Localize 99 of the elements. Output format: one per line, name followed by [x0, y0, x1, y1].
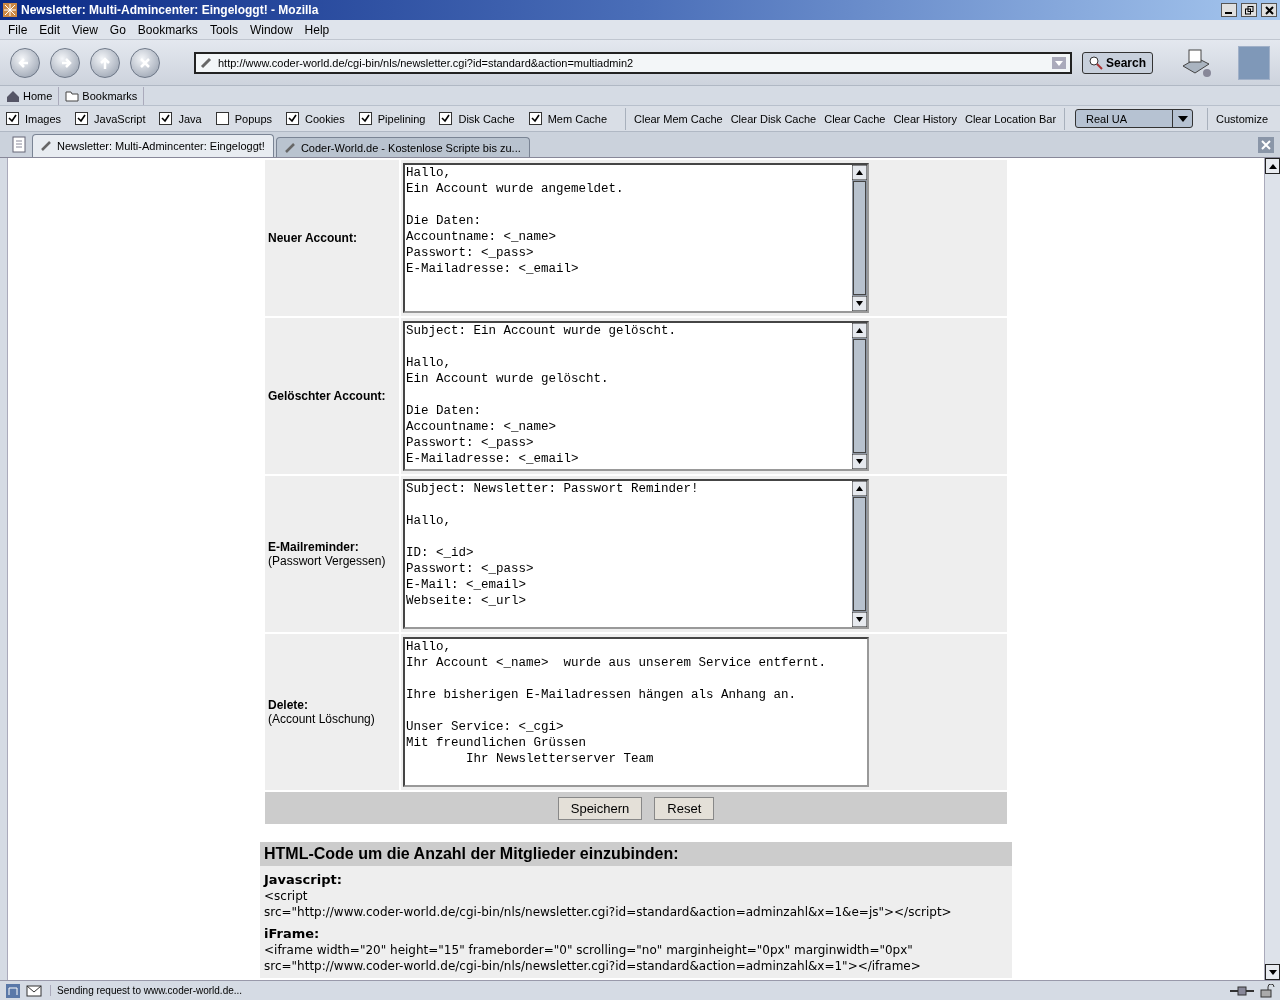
minimize-button[interactable]	[1221, 3, 1237, 17]
menu-item[interactable]: Tools	[203, 22, 244, 37]
toolbar-button[interactable]: Clear Cache	[820, 112, 890, 125]
code-line: src="http://www.coder-world.de/cgi-bin/nls/newsletter.cgi?id=standard&action=adminzahl&x=1&e=js"></script>	[264, 904, 953, 920]
form-button[interactable]: Speichern	[557, 796, 643, 820]
field-sublabel: (Passwort Vergessen)	[268, 554, 387, 568]
bookmark-button[interactable]: Bookmarks	[59, 86, 145, 105]
text-area[interactable]: Hallo, Ein Account wurde angemeldet. Die Daten: Accountname: <_name> Passwort: <_pass> E-Mailadresse: <_email>	[403, 163, 869, 313]
checkbox-label: Disk Cache	[458, 112, 515, 125]
menu-item[interactable]: Bookmarks	[131, 22, 204, 37]
text-area[interactable]: Hallo, Ihr Account <_name> wurde aus unserem Service entfernt. Ihre bisherigen E-Mailadressen hängen als Anhang an. Unser Service: <_cgi> Mit freundlichen Grüssen Ihr Newsletterserver Team	[403, 637, 869, 787]
menu-item[interactable]: Help	[298, 22, 336, 37]
field-label: Gelöschter Account:	[268, 389, 387, 403]
menu-item[interactable]: Go	[103, 22, 132, 37]
browser-tab[interactable]: Coder-World.de - Kostenlose Scripte bis zu...	[275, 137, 530, 157]
page-icon	[284, 142, 295, 153]
restore-button[interactable]	[1241, 3, 1257, 17]
scrollbar[interactable]	[852, 481, 867, 627]
checkmark-icon	[161, 114, 171, 123]
logo-icon	[6, 983, 20, 998]
forward-button[interactable]	[50, 47, 80, 78]
code-line: <iframe width="20" height="15" frameborder="0" scrolling="no" marginheight="0px" marginwidth="0px"	[264, 942, 914, 958]
mail-icon[interactable]	[26, 983, 44, 998]
field-sublabel: (Account Löschung)	[268, 712, 376, 726]
page-scrollbar[interactable]	[1264, 158, 1280, 980]
checkbox[interactable]	[6, 112, 19, 125]
text-area[interactable]: Subject: Newsletter: Passwort Reminder! Hallo, ID: <_id> Passwort: <_pass> E-Mail: <_email> Webseite: <_url>	[403, 479, 869, 629]
stop-button[interactable]	[130, 47, 160, 78]
page-icon	[41, 141, 51, 151]
close-tab-icon[interactable]	[1258, 137, 1274, 153]
reload-button[interactable]	[90, 47, 120, 78]
checkmark-icon	[8, 114, 17, 123]
scroll-up-icon[interactable]	[1268, 163, 1277, 169]
code-line: src="http://www.coder-world.de/cgi-bin/nls/newsletter.cgi?id=standard&action=adminzahl&x=1"></iframe>	[264, 958, 922, 974]
scroll-down-icon[interactable]	[852, 612, 867, 627]
field-label: E-Mailreminder:	[268, 540, 360, 554]
checkbox[interactable]	[75, 112, 89, 125]
checkmark-icon	[288, 114, 297, 123]
text-area[interactable]: Subject: Ein Account wurde gelöscht. Hallo, Ein Account wurde gelöscht. Die Daten: Accountname: <_name> Passwort: <_pass> E-Mailadresse: <_email>	[403, 321, 869, 471]
menu-item[interactable]: File	[2, 22, 34, 37]
caret-icon	[1177, 115, 1188, 122]
bookmark-button[interactable]: Home	[0, 86, 60, 105]
folder-icon	[65, 89, 80, 102]
checkbox[interactable]	[439, 112, 453, 125]
checkbox[interactable]	[215, 112, 229, 125]
code-title: iFrame:	[264, 926, 321, 942]
scrollbar[interactable]	[852, 165, 867, 311]
checkmark-icon	[441, 114, 451, 123]
menu-item[interactable]: Window	[243, 22, 299, 37]
code-line: <script	[264, 888, 309, 904]
scroll-down-icon[interactable]	[1268, 969, 1277, 975]
checkmark-icon	[530, 114, 540, 123]
menu-item[interactable]: Edit	[33, 22, 67, 37]
close-button[interactable]	[1261, 3, 1277, 17]
back-button[interactable]	[10, 47, 40, 78]
checkbox[interactable]	[358, 112, 372, 125]
checkbox-label: Java	[178, 112, 202, 125]
close-icon	[1264, 5, 1274, 15]
toolbar-button[interactable]: Clear History	[889, 112, 961, 125]
checkbox-label: Mem Cache	[547, 112, 607, 125]
toolbar-button[interactable]: Clear Location Bar	[960, 112, 1061, 125]
checkbox-label: Pipelining	[377, 112, 426, 125]
menu-item[interactable]: View	[66, 22, 104, 37]
scroll-up-icon[interactable]	[852, 481, 867, 496]
customize-button[interactable]: Customize	[1212, 112, 1273, 125]
app-icon	[3, 3, 17, 17]
scroll-down-icon[interactable]	[852, 454, 867, 469]
scrollbar[interactable]	[852, 323, 867, 469]
checkmark-icon	[77, 114, 87, 123]
scroll-up-icon[interactable]	[852, 165, 867, 180]
checkmark-icon	[360, 114, 370, 123]
status-text: Sending request to www.coder-world.de...	[50, 985, 1224, 996]
section-heading: HTML-Code um die Anzahl der Mitglieder einzubinden:	[260, 842, 1012, 866]
toolbar-button[interactable]: Clear Disk Cache	[726, 112, 821, 125]
search-icon	[1089, 55, 1103, 70]
toolbar-button[interactable]: Clear Mem Cache	[630, 112, 727, 125]
house-icon	[6, 89, 20, 102]
window-title: Newsletter: Multi-Admincenter: Eingeloggt! - Mozilla	[21, 3, 320, 17]
connection-icon	[1230, 984, 1254, 997]
checkbox[interactable]	[159, 112, 173, 125]
checkbox-label: Popups	[234, 112, 272, 125]
checkbox-label: JavaScript	[94, 112, 146, 125]
lock-icon	[1260, 983, 1276, 998]
form-button[interactable]: Reset	[654, 796, 715, 820]
scroll-up-icon[interactable]	[852, 323, 867, 338]
checkbox-label: Images	[25, 112, 62, 125]
checkbox[interactable]	[528, 112, 542, 125]
search-button[interactable]: Search	[1082, 51, 1154, 74]
page-icon	[200, 56, 212, 69]
field-label: Neuer Account:	[268, 231, 358, 245]
checkbox-label: Cookies	[305, 112, 345, 125]
browser-tab[interactable]: Newsletter: Multi-Admincenter: Eingeloggt!	[32, 134, 274, 157]
field-label: Delete:	[268, 698, 309, 712]
code-title: Javascript:	[264, 872, 343, 888]
user-agent-dropdown[interactable]: Real UA	[1075, 109, 1194, 128]
url-field[interactable]: http://www.coder-world.de/cgi-bin/nls/newsletter.cgi?id=standard&action=multiadmin2	[194, 51, 1072, 74]
restore-icon	[1244, 5, 1254, 15]
checkbox[interactable]	[286, 112, 299, 125]
scroll-down-icon[interactable]	[852, 296, 867, 311]
